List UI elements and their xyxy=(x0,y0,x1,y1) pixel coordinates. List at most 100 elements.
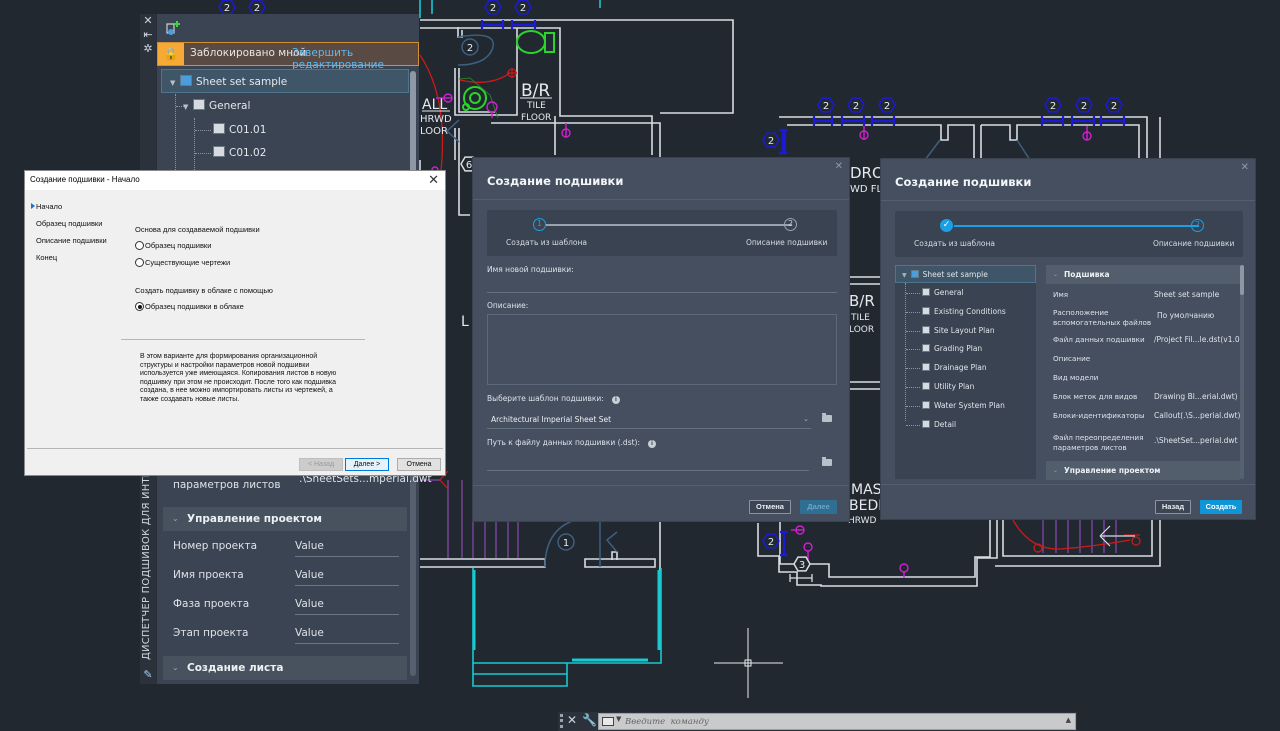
input-underline xyxy=(487,470,809,471)
properties-scrollbar[interactable] xyxy=(1240,265,1244,479)
tree-item-label: General xyxy=(209,100,251,112)
property-value-field[interactable]: Value xyxy=(295,569,399,586)
chevron-down-icon: ⌄ xyxy=(1053,271,1059,278)
tree-item-subset[interactable]: Site Layout Plan xyxy=(922,322,995,340)
section-title: Управление проектом xyxy=(187,513,322,525)
room-label-tile: TILE xyxy=(526,101,546,111)
tag-number: 2 xyxy=(254,3,260,14)
radio-cloud-sample[interactable]: Образец подшивки в облаке xyxy=(135,302,244,311)
wizard-stepper: ✓ 2 Создать из шаблона Описание подшивки xyxy=(895,211,1243,257)
lock-status-text: Заблокировано мной xyxy=(190,47,307,59)
collapse-caret-icon[interactable]: ▼ xyxy=(902,272,907,279)
radio-sample-sheet-set[interactable]: Образец подшивки xyxy=(135,241,211,250)
collapse-caret-icon[interactable]: ▼ xyxy=(183,95,193,119)
section-sheet-set[interactable]: ⌄ Подшивка xyxy=(1046,265,1240,284)
property-value-field[interactable]: Value xyxy=(295,540,399,557)
browse-folder-icon[interactable] xyxy=(822,413,832,422)
back-button[interactable]: < Назад xyxy=(299,458,343,471)
close-icon[interactable]: ✕ xyxy=(1241,162,1249,173)
tree-item-subset[interactable]: Grading Plan xyxy=(922,340,982,358)
tree-item-subset[interactable]: Existing Conditions xyxy=(922,303,1006,321)
next-button[interactable]: Далее > xyxy=(345,458,389,471)
command-history-up-icon[interactable]: ▲ xyxy=(1066,716,1071,724)
new-sheet-set-icon[interactable] xyxy=(165,20,181,36)
property-label: Описание xyxy=(1053,354,1091,363)
command-input[interactable] xyxy=(625,716,1045,728)
cancel-button[interactable]: Отмена xyxy=(749,500,791,514)
subset-icon xyxy=(922,419,930,428)
recent-commands-icon[interactable] xyxy=(602,717,614,726)
section-project-management[interactable]: ⌄ Управление проектом xyxy=(1046,461,1240,480)
property-value: /Project Fil...le.dst(v1.0) xyxy=(1154,335,1241,344)
tree-item-subset[interactable]: Detail xyxy=(922,416,956,434)
room-label-loor: LOOR xyxy=(420,126,448,137)
template-select[interactable]: Architectural Imperial Sheet Set ⌄ xyxy=(487,415,811,429)
tree-connector xyxy=(906,368,920,370)
create-button[interactable]: Создать xyxy=(1200,500,1242,514)
chevron-down-icon[interactable]: ▼ xyxy=(616,715,621,723)
customize-wrench-icon[interactable]: 🔧 xyxy=(582,713,597,727)
wizard-stepper: 1 2 Создать из шаблона Описание подшивки xyxy=(487,210,837,256)
sheet-set-name-input[interactable] xyxy=(487,276,837,290)
back-button[interactable]: Назад xyxy=(1155,500,1191,514)
finish-editing-link[interactable]: Завершить редактирование xyxy=(292,47,418,71)
tree-item-subset[interactable]: Drainage Plan xyxy=(922,359,987,377)
tree-item-sheet-set[interactable]: ▼ Sheet set sample xyxy=(895,265,1036,283)
step-2-indicator: 2 xyxy=(784,218,797,231)
next-button[interactable]: Далее xyxy=(800,500,837,514)
command-input-wrapper: ▼ ▲ xyxy=(598,713,1076,730)
tree-item-label: Existing Conditions xyxy=(934,306,1006,316)
cloud-heading: Создать подшивку в облаке с помощью xyxy=(135,286,273,295)
properties-icon[interactable]: ✲ xyxy=(140,42,156,56)
tree-item-subset[interactable]: Utility Plan xyxy=(922,378,974,396)
section-project-management[interactable]: ⌄ Управление проектом xyxy=(163,507,407,531)
property-value: Callout(.\S...perial.dwt) xyxy=(1154,411,1241,420)
palette-toolbar xyxy=(157,14,420,42)
tree-item-sheet-set[interactable]: ▼ Sheet set sample xyxy=(161,69,409,93)
property-value-field[interactable]: Value xyxy=(295,627,399,644)
property-value-field[interactable]: Value xyxy=(295,598,399,615)
tree-connector xyxy=(905,283,906,421)
drag-handle[interactable] xyxy=(560,714,563,728)
template-label: Выберите шаблон подшивки: i xyxy=(487,394,620,404)
tree-item-subset-general[interactable]: ▼ General xyxy=(183,94,383,118)
dialog-titlebar[interactable]: Создание подшивки - Начало ✕ xyxy=(25,171,445,190)
radio-existing-drawings[interactable]: Существующие чертежи xyxy=(135,258,230,267)
property-label: Имя xyxy=(1053,290,1069,299)
section-title: Управление проектом xyxy=(1064,466,1161,475)
tag-number: 3 xyxy=(799,560,805,571)
close-icon[interactable]: ✕ xyxy=(835,161,843,172)
wizard-nav-start: Начало xyxy=(30,202,63,211)
dst-path-input[interactable] xyxy=(487,454,809,468)
tree-item-subset[interactable]: General xyxy=(922,284,964,302)
divider xyxy=(473,199,849,200)
sheet-icon xyxy=(213,123,225,134)
crosshair-cursor xyxy=(714,628,783,698)
create-sheet-set-dialog-step1: Создание подшивки ✕ 1 2 Создать из шабло… xyxy=(472,157,850,522)
property-value: Drawing Bl...erial.dwt) xyxy=(1154,392,1238,401)
close-icon[interactable]: ✕ xyxy=(140,14,156,28)
info-icon[interactable]: i xyxy=(611,396,620,404)
collapse-caret-icon[interactable]: ▼ xyxy=(170,71,180,95)
browse-folder-icon[interactable] xyxy=(822,457,832,466)
tree-item-label: Sheet set sample xyxy=(922,270,988,279)
tag-marker: 2 xyxy=(847,97,865,113)
tag-number: 2 xyxy=(1081,101,1087,112)
tree-item-sheet[interactable]: C01.02 xyxy=(213,141,266,165)
close-icon[interactable]: ✕ xyxy=(567,713,577,727)
dialog-title: Создание подшивки - Начало xyxy=(30,175,140,184)
section-sheet-creation[interactable]: ⌄ Создание листа xyxy=(163,656,407,680)
description-textarea[interactable] xyxy=(487,314,837,385)
tag-number: 2 xyxy=(1050,101,1056,112)
scrollbar-thumb[interactable] xyxy=(1240,265,1244,295)
close-icon[interactable]: ✕ xyxy=(428,172,439,188)
dialog-title: Создание подшивки xyxy=(895,175,1032,189)
radio-label: Существующие чертежи xyxy=(145,258,231,267)
cancel-button[interactable]: Отмена xyxy=(397,458,441,471)
tree-item-subset[interactable]: Water System Plan xyxy=(922,397,1005,415)
lock-icon: 🔒 xyxy=(158,43,184,65)
auto-hide-icon[interactable]: ⇤ xyxy=(140,28,156,42)
info-icon[interactable]: i xyxy=(648,440,656,448)
tree-item-sheet[interactable]: C01.01 xyxy=(213,118,266,142)
command-line-bar: ✕ 🔧 ▼ ▲ xyxy=(558,712,1077,731)
